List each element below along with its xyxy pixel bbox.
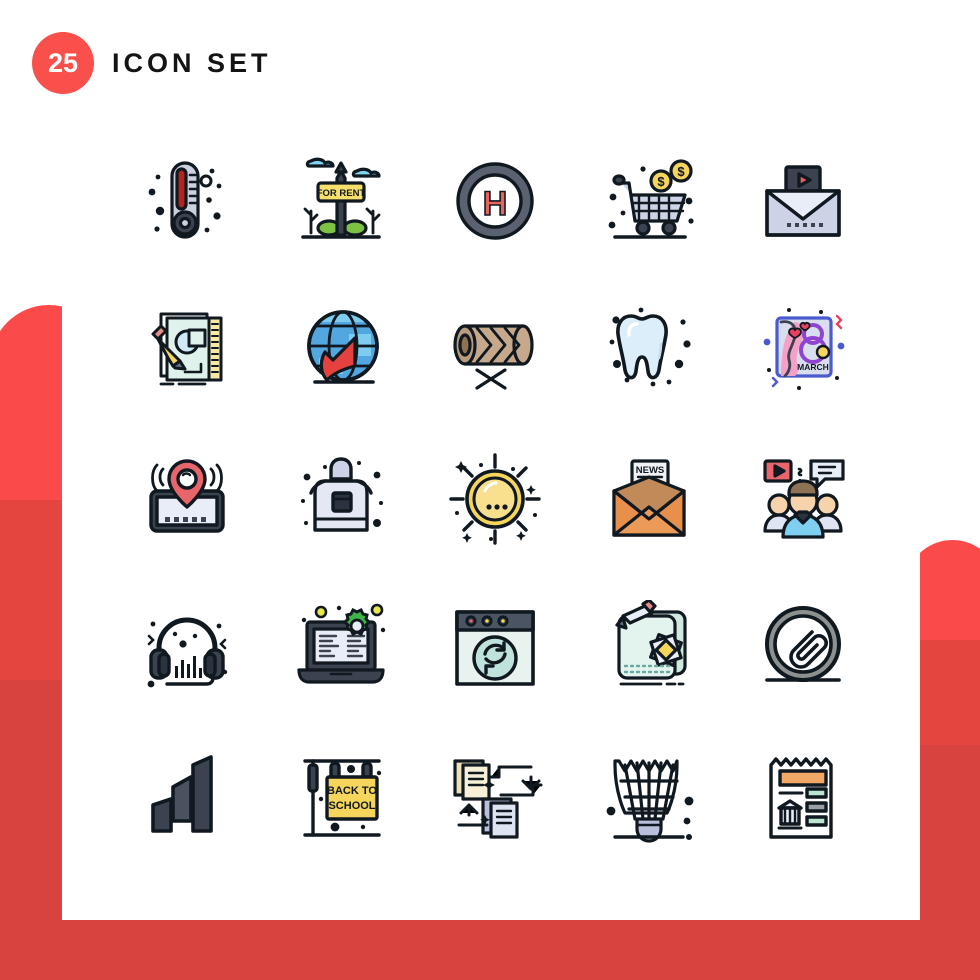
growth-chart-icon bbox=[151, 754, 213, 833]
icon-cell-thermometer[interactable] bbox=[110, 126, 264, 275]
for-rent-sign-icon: FOR RENT bbox=[301, 157, 381, 239]
icon-cell-shopping-cart-money[interactable]: $ $ bbox=[572, 126, 726, 275]
icon-grid: FOR RENT H $ $ MARCH NEWS BACK TO SCHOOL bbox=[110, 126, 880, 871]
count-badge: 25 bbox=[32, 32, 94, 94]
thermometer-icon bbox=[148, 160, 222, 239]
newsletter-mail-icon: NEWS bbox=[612, 458, 686, 537]
page-header: 25 ICON SET bbox=[32, 32, 272, 94]
page-title: ICON SET bbox=[112, 47, 272, 78]
icon-cell-shuttlecock[interactable] bbox=[572, 722, 726, 871]
school-sign-line2: SCHOOL bbox=[328, 800, 375, 812]
cart-coin-dollar-2: $ bbox=[677, 164, 685, 179]
browser-refresh-icon bbox=[455, 609, 535, 686]
icon-cell-womens-day-card[interactable]: MARCH bbox=[726, 275, 880, 424]
helipad-h-icon: H bbox=[456, 161, 534, 240]
newsletter-label: NEWS bbox=[636, 465, 665, 476]
icon-cell-back-to-school-sign[interactable]: BACK TO SCHOOL bbox=[264, 722, 418, 871]
cart-coin-dollar-1: $ bbox=[657, 174, 665, 189]
video-mail-icon bbox=[765, 164, 841, 237]
icon-cell-browser-refresh[interactable] bbox=[418, 573, 572, 722]
globe-arrow-icon bbox=[307, 309, 379, 384]
count-badge-label: 25 bbox=[47, 47, 79, 78]
icon-cell-design-sketch[interactable] bbox=[110, 275, 264, 424]
location-tracker-icon bbox=[149, 458, 225, 533]
womens-day-month-label: MARCH bbox=[797, 362, 829, 372]
womens-day-card-icon: MARCH bbox=[763, 307, 845, 390]
icon-cell-location-tracker[interactable] bbox=[110, 424, 264, 573]
apron-icon bbox=[301, 456, 383, 532]
shopping-cart-money-icon: $ $ bbox=[608, 158, 694, 239]
icon-cell-helipad[interactable]: H bbox=[418, 126, 572, 275]
bank-statement-icon bbox=[769, 756, 833, 839]
school-sign-line1: BACK TO bbox=[327, 785, 377, 797]
attachment-circle-icon bbox=[765, 605, 841, 682]
graphic-design-icon bbox=[615, 599, 687, 685]
icon-cell-newsletter[interactable]: NEWS bbox=[572, 424, 726, 573]
icon-cell-bank-statement[interactable] bbox=[726, 722, 880, 871]
icon-cell-graphic-design[interactable] bbox=[572, 573, 726, 722]
icon-cell-attachment[interactable] bbox=[726, 573, 880, 722]
laptop-settings-icon bbox=[297, 603, 386, 684]
file-transfer-icon bbox=[453, 758, 543, 839]
shuttlecock-icon bbox=[606, 758, 694, 843]
icon-cell-video-mail[interactable] bbox=[726, 126, 880, 275]
icon-cell-apron[interactable] bbox=[264, 424, 418, 573]
icon-cell-tooth[interactable] bbox=[572, 275, 726, 424]
back-to-school-sign-icon: BACK TO SCHOOL bbox=[303, 758, 382, 837]
icon-cell-social-team[interactable] bbox=[726, 424, 880, 573]
helipad-letter: H bbox=[483, 185, 508, 223]
content-card: 25 ICON SET FOR RENT H $ $ MARCH NEWS BA… bbox=[32, 0, 920, 920]
social-team-icon bbox=[763, 458, 845, 539]
headphones-icon bbox=[147, 617, 228, 687]
icon-cell-laptop-settings[interactable] bbox=[264, 573, 418, 722]
for-rent-sign-label: FOR RENT bbox=[317, 188, 366, 199]
icon-cell-growth-chart[interactable] bbox=[110, 722, 264, 871]
tooth-icon bbox=[609, 307, 691, 386]
icon-cell-sun[interactable] bbox=[418, 424, 572, 573]
icon-cell-for-rent-sign[interactable]: FOR RENT bbox=[264, 126, 418, 275]
sun-icon bbox=[449, 452, 541, 545]
wood-log-icon bbox=[453, 323, 534, 390]
icon-set-page: 25 ICON SET FOR RENT H $ $ MARCH NEWS BA… bbox=[0, 0, 980, 980]
icon-cell-headphones[interactable] bbox=[110, 573, 264, 722]
icon-cell-wood-log[interactable] bbox=[418, 275, 572, 424]
icon-cell-file-transfer[interactable] bbox=[418, 722, 572, 871]
design-sketch-icon bbox=[151, 312, 223, 385]
icon-cell-globe-arrow[interactable] bbox=[264, 275, 418, 424]
